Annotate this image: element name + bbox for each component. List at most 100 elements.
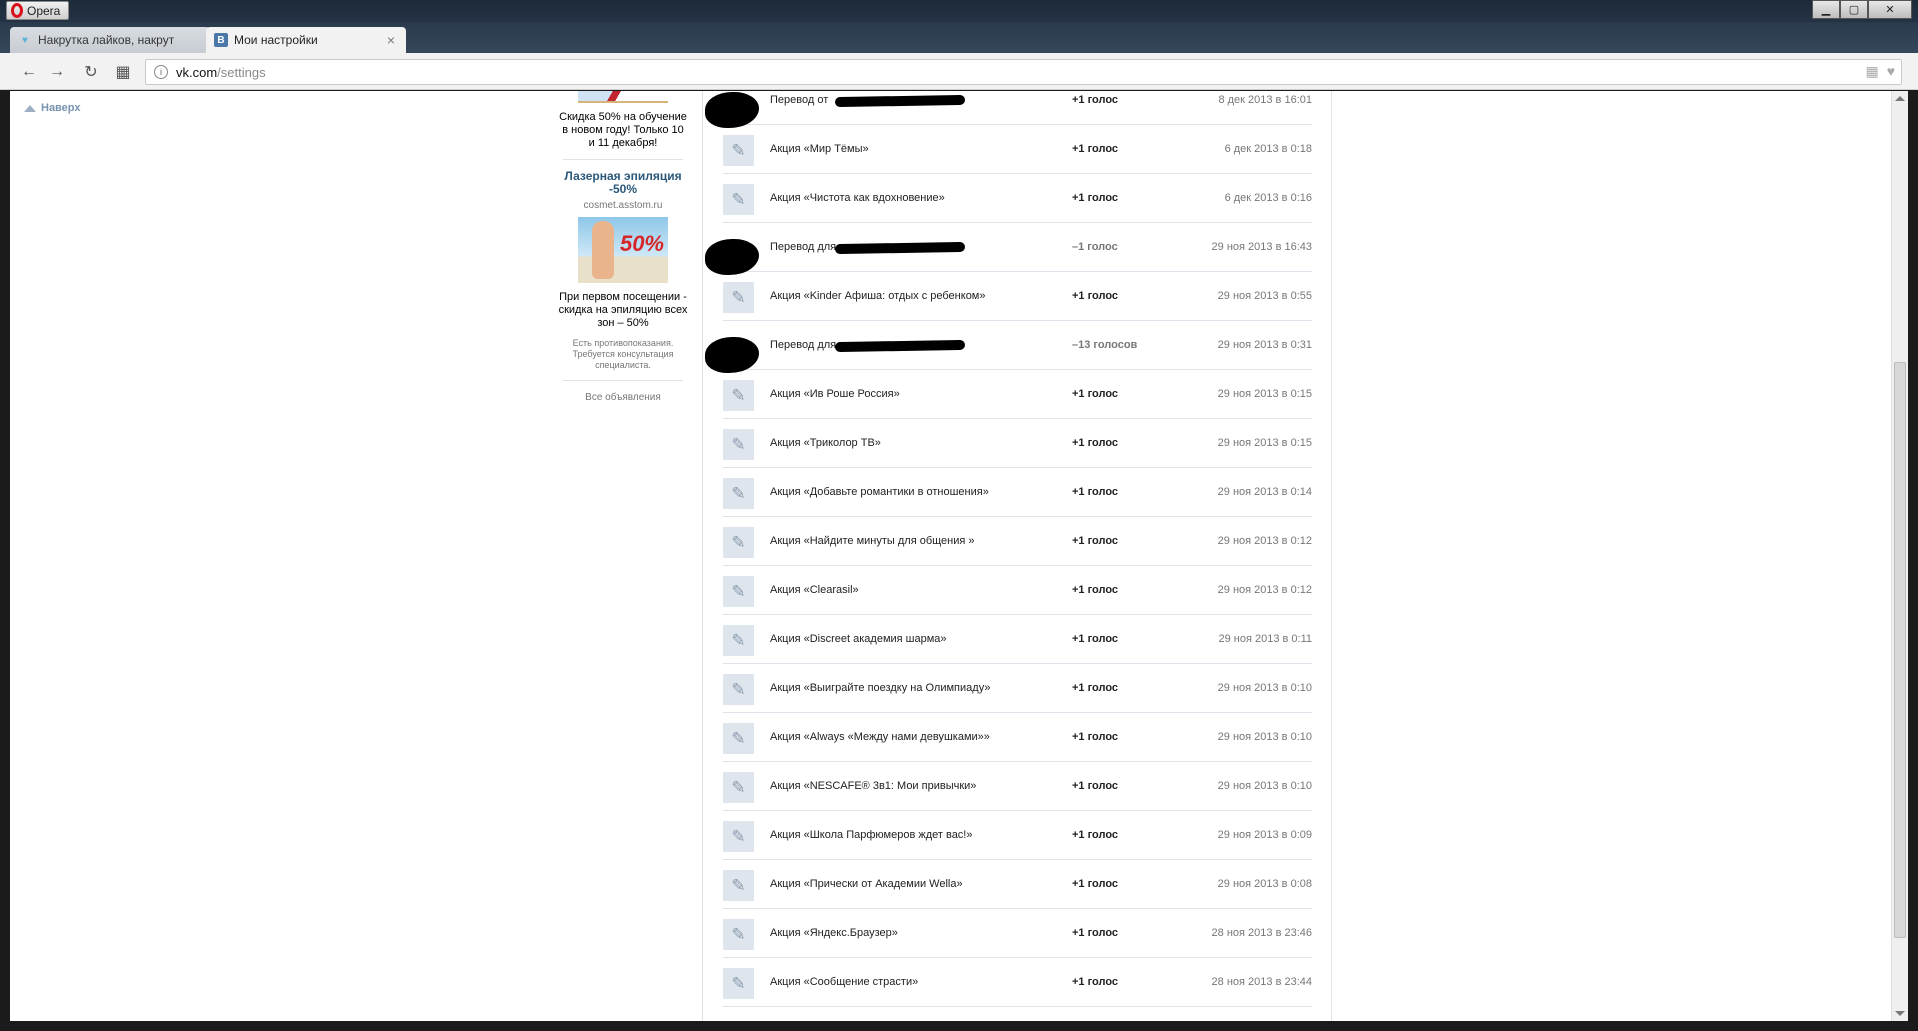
- ad-text[interactable]: При первом посещении - скидка на эпиляци…: [558, 291, 688, 330]
- back-to-top-link[interactable]: Наверх: [24, 102, 81, 114]
- history-row: ✎ Акция «Ив Роше Россия» +1 голос 29 ноя 20…: [723, 370, 1312, 419]
- history-description: Акция «Чистота как вдохновение»: [770, 192, 945, 204]
- heart-icon: ♥: [22, 34, 28, 46]
- history-date: 6 дек 2013 в 0:18: [1224, 143, 1312, 155]
- bookmark-heart-icon[interactable]: ♥: [1887, 63, 1895, 80]
- history-description[interactable]: Перевод для: [770, 321, 836, 370]
- history-votes: +1 голос: [1072, 927, 1119, 939]
- history-description[interactable]: Перевод для: [770, 223, 836, 272]
- history-votes: +1 голос: [1072, 486, 1119, 498]
- arrow-up-icon: [24, 104, 36, 112]
- forward-icon[interactable]: →: [46, 61, 68, 83]
- ad-domain: cosmet.asstom.ru: [583, 200, 663, 211]
- opera-menu-button[interactable]: Opera: [6, 1, 70, 20]
- history-row: ✎ Акция «Сообщение страсти» +1 голос 28 ноя…: [723, 958, 1312, 1007]
- history-votes: +1 голос: [1072, 143, 1119, 155]
- history-votes: +1 голос: [1072, 976, 1119, 988]
- site-info-icon[interactable]: i: [154, 65, 168, 79]
- tab-label: Мои настройки: [234, 33, 318, 47]
- opera-logo-icon: [11, 3, 23, 18]
- history-date: 29 ноя 2013 в 0:11: [1218, 633, 1312, 645]
- history-votes: +1 голос: [1072, 780, 1119, 792]
- history-row: ✎ Акция «Яндекс.Браузер» +1 голос 28 ноя 20…: [723, 909, 1312, 958]
- redaction-scribble: [834, 241, 966, 255]
- promo-icon: ✎: [723, 282, 754, 313]
- history-description: Акция «Clearasil»: [770, 584, 859, 596]
- window-controls: ▁ ▢ ✕: [1812, 0, 1912, 19]
- history-date: 29 ноя 2013 в 0:15: [1217, 388, 1312, 400]
- history-row: ✎ Акция «Always «Между нами девушками»» +1…: [723, 713, 1312, 762]
- history-description: Акция «Добавьте романтики в отношения»: [770, 486, 989, 498]
- ad-figure: [592, 221, 614, 279]
- history-votes: –13 голосов: [1072, 339, 1138, 351]
- history-votes: +1 голос: [1072, 290, 1119, 302]
- minimize-icon[interactable]: ▁: [1812, 0, 1840, 19]
- speed-dial-icon[interactable]: ▦: [112, 61, 134, 83]
- history-votes: +1 голос: [1072, 829, 1119, 841]
- close-window-icon[interactable]: ✕: [1868, 0, 1912, 19]
- divider: [563, 380, 683, 381]
- ad-badge: 50%: [619, 231, 664, 256]
- tab-close-icon[interactable]: ×: [384, 32, 398, 48]
- history-date: 29 ноя 2013 в 0:12: [1217, 535, 1312, 547]
- scrollbar-thumb[interactable]: [1894, 362, 1906, 938]
- redacted-avatar: [705, 331, 759, 373]
- history-date: 29 ноя 2013 в 0:10: [1217, 731, 1312, 743]
- history-description: Акция «Ив Роше Россия»: [770, 388, 900, 400]
- grid-icon[interactable]: ▦: [1865, 63, 1878, 80]
- history-row: ✎ Акция «Найдите минуты для общения » +1 г…: [723, 517, 1312, 566]
- history-date: 29 ноя 2013 в 0:09: [1217, 829, 1312, 841]
- history-row: Перевод для –1 голос 29 ноя 2013 в 16:43: [705, 223, 1312, 275]
- history-description: Акция «Discreet академия шарма»: [770, 633, 947, 645]
- divider: [563, 159, 683, 160]
- history-date: 29 ноя 2013 в 0:55: [1217, 290, 1312, 302]
- ad-title[interactable]: Лазерная эпиляция -50%: [558, 170, 688, 196]
- history-description: Акция «Триколор ТВ»: [770, 437, 881, 449]
- ad-disclaimer: Есть противопоказания. Требуется консуль…: [572, 338, 674, 370]
- history-date: 29 ноя 2013 в 0:15: [1217, 437, 1312, 449]
- promo-icon: ✎: [723, 968, 754, 999]
- promo-icon: ✎: [723, 772, 754, 803]
- scrollbar[interactable]: [1891, 91, 1908, 1021]
- history-votes: +1 голос: [1072, 878, 1119, 890]
- promo-icon: ✎: [723, 527, 754, 558]
- tab-likes[interactable]: ♥ Накрутка лайков, накрут: [10, 27, 210, 53]
- history-votes: +1 голос: [1072, 437, 1119, 449]
- back-icon[interactable]: ←: [18, 61, 40, 83]
- promo-icon: ✎: [723, 723, 754, 754]
- url-path: /settings: [217, 64, 266, 80]
- history-description: Акция «Сообщение страсти»: [770, 976, 919, 988]
- history-description: Акция «Always «Между нами девушками»»: [770, 731, 990, 743]
- history-description: Акция «Найдите минуты для общения »: [770, 535, 975, 547]
- window-titlebar: Opera ▁ ▢ ✕: [0, 0, 1918, 22]
- redacted-avatar: [705, 233, 759, 275]
- history-votes: +1 голос: [1072, 633, 1119, 645]
- promo-icon: ✎: [723, 821, 754, 852]
- history-date: 8 дек 2013 в 16:01: [1218, 94, 1312, 106]
- history-row: ✎ Акция «Добавьте романтики в отношения» +…: [723, 468, 1312, 517]
- history-votes: +1 голос: [1072, 682, 1119, 694]
- history-description[interactable]: Перевод от: [770, 91, 828, 125]
- history-description: Акция «Яндекс.Браузер»: [770, 927, 898, 939]
- history-date: 29 ноя 2013 в 0:14: [1217, 486, 1312, 498]
- history-votes: +1 голос: [1072, 535, 1119, 547]
- scroll-down-icon[interactable]: [1895, 1011, 1905, 1016]
- scroll-up-icon[interactable]: [1895, 96, 1905, 101]
- ad-image[interactable]: 50%: [578, 217, 668, 283]
- ad-text[interactable]: Скидка 50% на обучение в новом году! Тол…: [558, 111, 688, 150]
- url-field[interactable]: i vk.com/settings ▦ ♥: [145, 59, 1902, 85]
- redaction-scribble: [834, 94, 966, 108]
- promo-icon: ✎: [723, 674, 754, 705]
- tab-settings[interactable]: В Мои настройки ×: [206, 27, 406, 53]
- all-ads-link[interactable]: Все объявления: [558, 391, 688, 404]
- tab-bar: ♥ Накрутка лайков, накрут В Мои настройк…: [0, 22, 1918, 74]
- maximize-icon[interactable]: ▢: [1840, 0, 1868, 19]
- ads-column: Скидка 50% на обучение в новом году! Тол…: [558, 91, 688, 404]
- history-votes: +1 голос: [1072, 584, 1119, 596]
- votes-history: Перевод от +1 голос 8 дек 2013 в 16:01 ✎ Акц…: [702, 91, 1332, 1021]
- url-host: vk.com: [176, 64, 218, 80]
- reload-icon[interactable]: ↻: [80, 61, 102, 83]
- history-date: 29 ноя 2013 в 0:08: [1217, 878, 1312, 890]
- promo-icon: ✎: [723, 478, 754, 509]
- ad-image[interactable]: [578, 91, 668, 103]
